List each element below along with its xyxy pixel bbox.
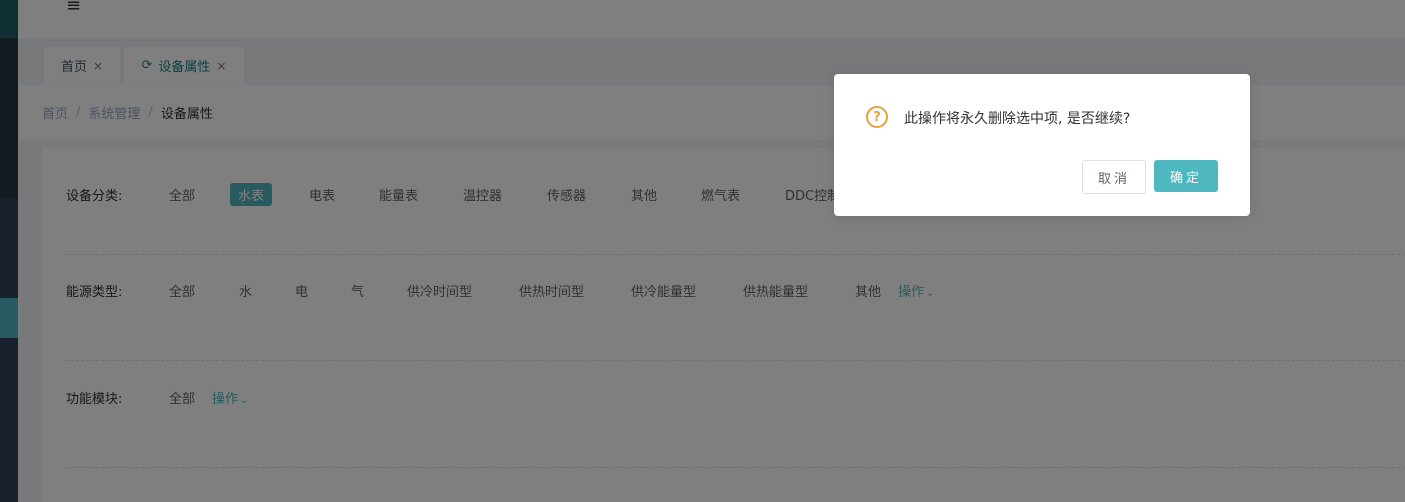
question-icon: ? xyxy=(866,106,888,128)
confirm-button[interactable]: 确定 xyxy=(1154,160,1218,192)
dialog-message: 此操作将永久删除选中项, 是否继续? xyxy=(904,111,1131,127)
cancel-button[interactable]: 取消 xyxy=(1082,160,1146,194)
confirm-dialog: ? 此操作将永久删除选中项, 是否继续? 取消 确定 xyxy=(834,74,1250,216)
